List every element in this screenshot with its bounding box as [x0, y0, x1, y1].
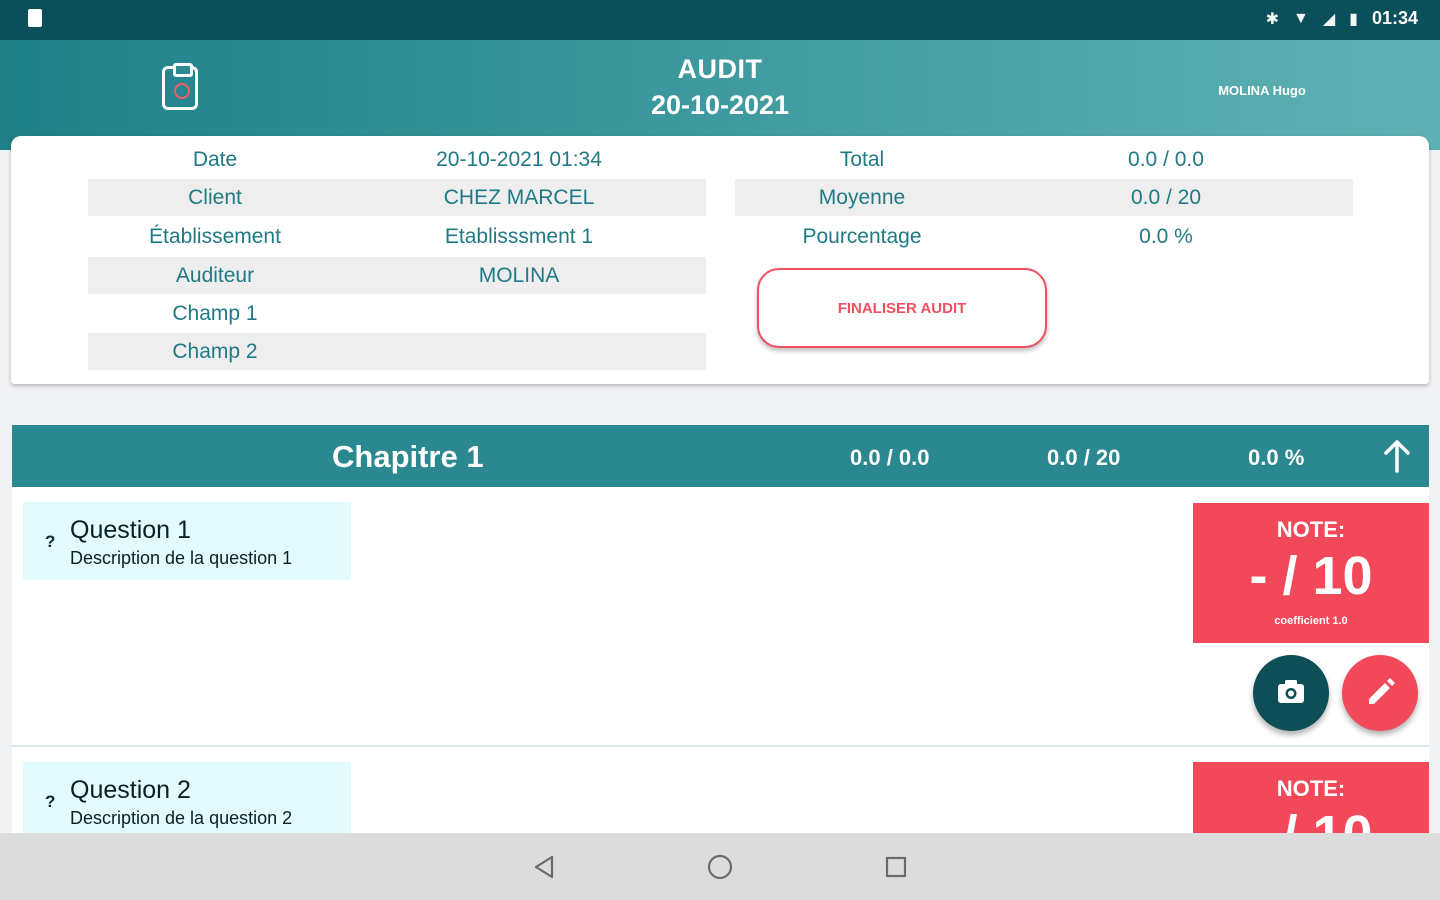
status-bar: ✱ ▼ ◢ ▮ 01:34 — [0, 0, 1440, 40]
info-row-pourcentage: Pourcentage 0.0 % — [735, 218, 1353, 255]
note-label: NOTE: — [1276, 776, 1346, 801]
camera-icon — [1278, 680, 1304, 703]
info-row-champ-1: Champ 1 — [88, 295, 706, 332]
question-title: Question 2 — [70, 776, 191, 804]
note-coefficient: coefficient 1.0 — [1274, 615, 1348, 627]
info-label: Pourcentage — [802, 224, 922, 248]
info-label: Total — [839, 147, 885, 171]
finalize-audit-button[interactable]: FINALISER AUDIT — [757, 268, 1047, 348]
info-label: Champ 1 — [172, 301, 258, 325]
info-label: Moyenne — [818, 185, 906, 209]
info-value: MOLINA — [478, 263, 560, 287]
status-icons: ✱ ▼ ◢ ▮ 01:34 — [1266, 8, 1418, 29]
note-value: - / 10 — [1249, 546, 1373, 606]
info-value: 0.0 / 20 — [1130, 185, 1202, 209]
bluetooth-icon: ✱ — [1265, 10, 1279, 28]
question-mark-icon: ? — [45, 792, 56, 811]
info-row-etablissement: Établissement Etablisssment 1 — [88, 218, 706, 255]
signal-icon: ◢ — [1322, 10, 1336, 28]
info-label: Établissement — [149, 224, 281, 248]
note-box[interactable]: NOTE: - / 10 coefficient 1.0 — [1193, 503, 1429, 643]
info-label: Client — [188, 185, 242, 209]
note-value: - / 10 — [1193, 804, 1429, 833]
chapter-header[interactable]: Chapitre 1 0.0 / 0.0 0.0 / 20 0.0 % — [12, 425, 1429, 487]
pencil-icon — [1369, 678, 1395, 704]
question-mark-icon: ? — [45, 532, 56, 551]
system-nav-bar — [0, 833, 1440, 900]
question-description: Description de la question 1 — [70, 548, 293, 568]
info-value: Etablisssment 1 — [444, 224, 594, 248]
note-label: NOTE: — [1276, 517, 1346, 542]
info-value: CHEZ MARCEL — [443, 185, 595, 209]
page-title: AUDIT — [677, 54, 763, 84]
info-label: Date — [192, 147, 238, 171]
info-label: Champ 2 — [172, 339, 258, 363]
chapter-title: Chapitre 1 — [332, 439, 484, 474]
note-box[interactable]: NOTE: - / 10 — [1193, 762, 1429, 833]
camera-button[interactable] — [1253, 655, 1329, 731]
recents-icon[interactable] — [880, 851, 912, 883]
back-icon[interactable] — [528, 851, 560, 883]
edit-button[interactable] — [1342, 655, 1418, 731]
questions-list: ? Question 1 Description de la question … — [12, 487, 1429, 833]
info-row-auditeur: Auditeur MOLINA — [88, 257, 706, 294]
info-value: 20-10-2021 01:34 — [436, 147, 602, 171]
info-row-date: Date 20-10-2021 01:34 — [88, 141, 706, 178]
sd-card-icon — [28, 9, 42, 27]
question-description: Description de la question 2 — [70, 808, 293, 828]
battery-icon: ▮ — [1349, 10, 1358, 28]
question-card[interactable]: ? Question 1 Description de la question … — [23, 502, 351, 580]
divider — [12, 745, 1429, 747]
chapter-total: 0.0 / 0.0 — [850, 445, 930, 470]
clock: 01:34 — [1371, 8, 1418, 28]
app-header: AUDIT 20-10-2021 MOLINA Hugo — [0, 40, 1440, 150]
info-label: Auditeur — [175, 263, 255, 287]
audit-info-card: Date 20-10-2021 01:34 Client CHEZ MARCEL… — [11, 136, 1429, 384]
question-title: Question 1 — [70, 516, 191, 544]
info-value: 0.0 % — [1139, 224, 1193, 248]
info-row-moyenne: Moyenne 0.0 / 20 — [735, 179, 1353, 216]
info-row-client: Client CHEZ MARCEL — [88, 179, 706, 216]
info-row-champ-2: Champ 2 — [88, 333, 706, 370]
chapter-average: 0.0 / 20 — [1047, 445, 1121, 470]
home-icon[interactable] — [704, 851, 736, 883]
arrow-up-icon[interactable] — [1382, 439, 1412, 473]
info-row-total: Total 0.0 / 0.0 — [735, 141, 1353, 178]
user-name[interactable]: MOLINA Hugo — [1190, 83, 1334, 98]
question-card[interactable]: ? Question 2 Description de la question … — [23, 762, 351, 833]
wifi-icon: ▼ — [1292, 9, 1309, 27]
info-value: 0.0 / 0.0 — [1128, 147, 1204, 171]
chapter-percent: 0.0 % — [1248, 445, 1305, 470]
